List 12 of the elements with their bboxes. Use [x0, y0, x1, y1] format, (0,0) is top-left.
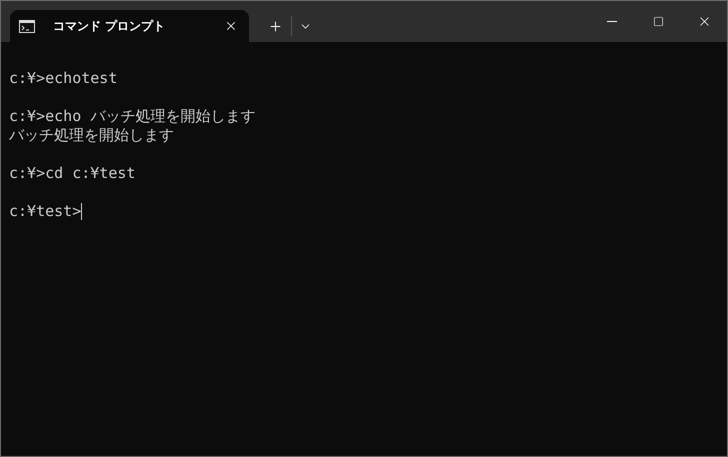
terminal-line: c:¥>cd c:¥test	[9, 164, 136, 183]
close-icon	[224, 19, 238, 33]
tab-title: コマンド プロンプト	[53, 18, 166, 35]
plus-icon	[268, 18, 282, 34]
terminal-line: バッチ処理を開始します	[9, 126, 174, 145]
terminal-tab[interactable]: コマンド プロンプト	[10, 10, 249, 42]
minimize-icon	[607, 21, 617, 22]
terminal-line: c:¥>echo バッチ処理を開始します	[9, 107, 256, 126]
terminal-line: c:¥>echotest	[9, 69, 118, 88]
terminal-prompt: c:¥test>	[9, 202, 82, 221]
command-prompt-icon	[19, 20, 35, 32]
maximize-icon	[652, 16, 664, 27]
